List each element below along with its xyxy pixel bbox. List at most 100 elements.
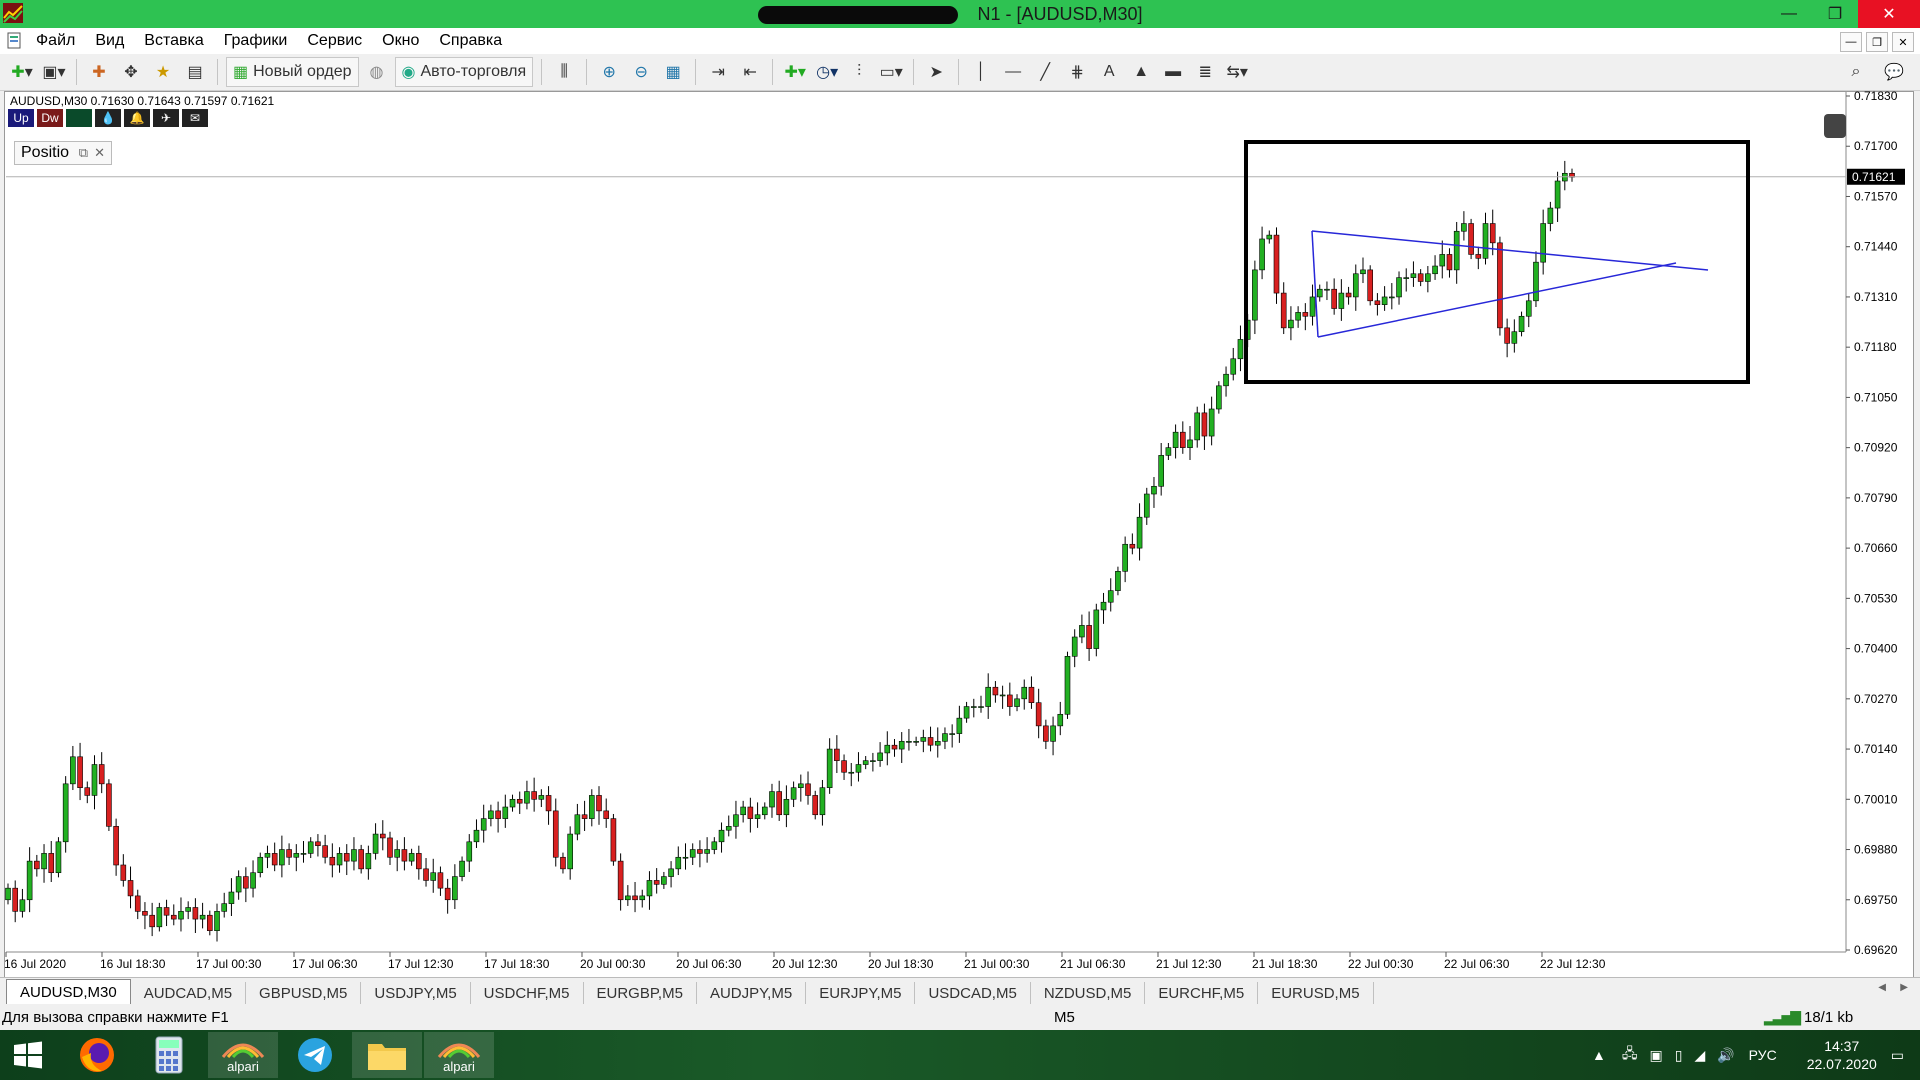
candle-body [1136,516,1143,549]
candle-body [1100,601,1107,611]
clock-date[interactable]: 22.07.2020 [1807,1055,1877,1073]
language-indicator[interactable]: РУС [1749,1047,1777,1063]
alpari-taskbar-button-2[interactable]: alpari [424,1032,494,1078]
tab-audcad-m5[interactable]: AUDCAD,M5 [131,982,247,1004]
tab-nzdusd-m5[interactable]: NZDUSD,M5 [1031,982,1146,1004]
chart-info-label: AUDUSD,M30 0.71630 0.71643 0.71597 0.716… [10,94,275,108]
alpari-taskbar-button-1[interactable]: alpari [208,1032,278,1078]
candle-body [884,744,891,754]
tray-app-icon[interactable]: ▣ [1649,1047,1662,1064]
windows-start-icon[interactable] [0,1032,56,1078]
notification-icon[interactable]: ▭ [1891,1047,1904,1064]
battery-icon[interactable]: ▯ [1675,1047,1683,1064]
candle-body [870,760,876,762]
tab-eurchf-m5[interactable]: EURCHF,M5 [1145,982,1259,1004]
tab-gbpusd-m5[interactable]: GBPUSD,M5 [246,982,362,1004]
time-tick-label: 20 Jul 00:30 [580,957,646,971]
tab-audusd-m30[interactable]: AUDUSD,M30 [6,979,131,1004]
windows-taskbar: alpari alpari ▲ 🖧 ▣ ▯ ◢ 🔊 РУС 14:37 22.0… [0,1030,1920,1080]
candle-body [848,771,855,774]
price-tick-label: 0.70400 [1854,642,1898,656]
candle-body [1482,223,1489,259]
candle-body [5,887,11,901]
candle-body [358,849,364,870]
tab-usdcad-m5[interactable]: USDCAD,M5 [915,982,1031,1004]
tab-eurgbp-m5[interactable]: EURGBP,M5 [584,982,697,1004]
candle-body [199,914,206,920]
candle-body [567,833,573,870]
volume-icon[interactable]: 🔊 [1717,1047,1734,1064]
current-price-label: 0.71621 [1852,170,1896,184]
candle-body [1143,493,1150,518]
mail-icon[interactable]: ✉ [182,109,208,127]
tab-audjpy-m5[interactable]: AUDJPY,M5 [697,982,807,1004]
candle-body [243,876,249,889]
plane-icon[interactable]: ✈ [153,109,179,127]
price-chart[interactable]: 0.71830 0.71700 0.71570 0.71440 0.71310 0.711… [0,0,1920,980]
price-tick-label: 0.70140 [1854,742,1898,756]
tab-eurusd-m5[interactable]: EURUSD,M5 [1258,982,1374,1004]
alien-icon[interactable] [1824,114,1846,138]
price-tick-label: 0.71440 [1854,240,1898,254]
candle-body [1086,625,1092,649]
down-button[interactable]: Dw [37,109,63,127]
calculator-icon[interactable] [134,1032,204,1078]
alpari-logo-icon [221,1043,265,1058]
drop-icon[interactable]: 💧 [95,109,121,127]
candle-body [127,880,134,897]
position-panel[interactable]: Positio ⧉ ✕ [14,141,112,165]
candle-body [106,783,112,827]
time-tick-label: 17 Jul 12:30 [388,957,454,971]
candle-body [55,841,62,874]
up-button[interactable]: Up [8,109,34,127]
candle-body [98,764,105,785]
time-tick-label: 21 Jul 18:30 [1252,957,1318,971]
firefox-icon[interactable] [62,1032,132,1078]
position-restore-icon[interactable]: ⧉ [79,145,88,161]
network-error-icon[interactable]: 🖧 [1622,1043,1638,1067]
candle-body [1453,230,1460,271]
tab-eurjpy-m5[interactable]: EURJPY,M5 [806,982,916,1004]
candle-body [19,899,26,912]
file-explorer-icon[interactable] [352,1032,422,1078]
candle-body [956,717,963,734]
candle-body [970,706,977,708]
upper-trendline [1311,230,1709,271]
color-swatch-icon[interactable] [66,109,92,127]
candle-body [1367,269,1373,302]
tray-expand-icon[interactable]: ▲ [1592,1047,1606,1063]
candle-body [761,806,768,816]
candle-body [214,911,220,931]
candle-body [545,795,552,812]
price-tick-label: 0.70790 [1854,491,1898,505]
candle-body [1417,273,1424,282]
tabs-scroll-right-icon[interactable]: ▶ [1900,982,1908,993]
chart-tabs: AUDUSD,M30 AUDCAD,M5 GBPUSD,M5 USDJPY,M5… [0,977,1920,1004]
time-tick-label: 21 Jul 00:30 [964,957,1030,971]
candle-body [1497,242,1503,329]
tab-usdchf-m5[interactable]: USDCHF,M5 [471,982,584,1004]
candle-body [1468,223,1474,255]
position-close-icon[interactable]: ✕ [94,145,105,161]
telegram-icon[interactable] [280,1032,350,1078]
time-tick-label: 21 Jul 06:30 [1060,957,1126,971]
candle-body [163,907,170,916]
candle-body [1201,412,1208,437]
candle-body [1259,238,1265,271]
bell-icon[interactable]: 🔔 [124,109,150,127]
tabs-scroll-left-icon[interactable]: ◀ [1878,982,1886,993]
candle-body [264,853,271,858]
candle-body [509,798,516,808]
help-hint: Для вызова справки нажмите F1 [2,1008,229,1026]
candle-body [1331,288,1337,309]
candle-body [473,829,480,843]
candle-body [351,849,357,862]
wifi-icon[interactable]: ◢ [1694,1047,1705,1064]
candle-body [365,853,372,870]
clock-time[interactable]: 14:37 [1824,1037,1859,1055]
price-tick-label: 0.71180 [1854,340,1897,354]
tab-usdjpy-m5[interactable]: USDJPY,M5 [361,982,471,1004]
candle-body [322,845,328,858]
candle-body [985,686,992,707]
candle-body [430,872,437,881]
